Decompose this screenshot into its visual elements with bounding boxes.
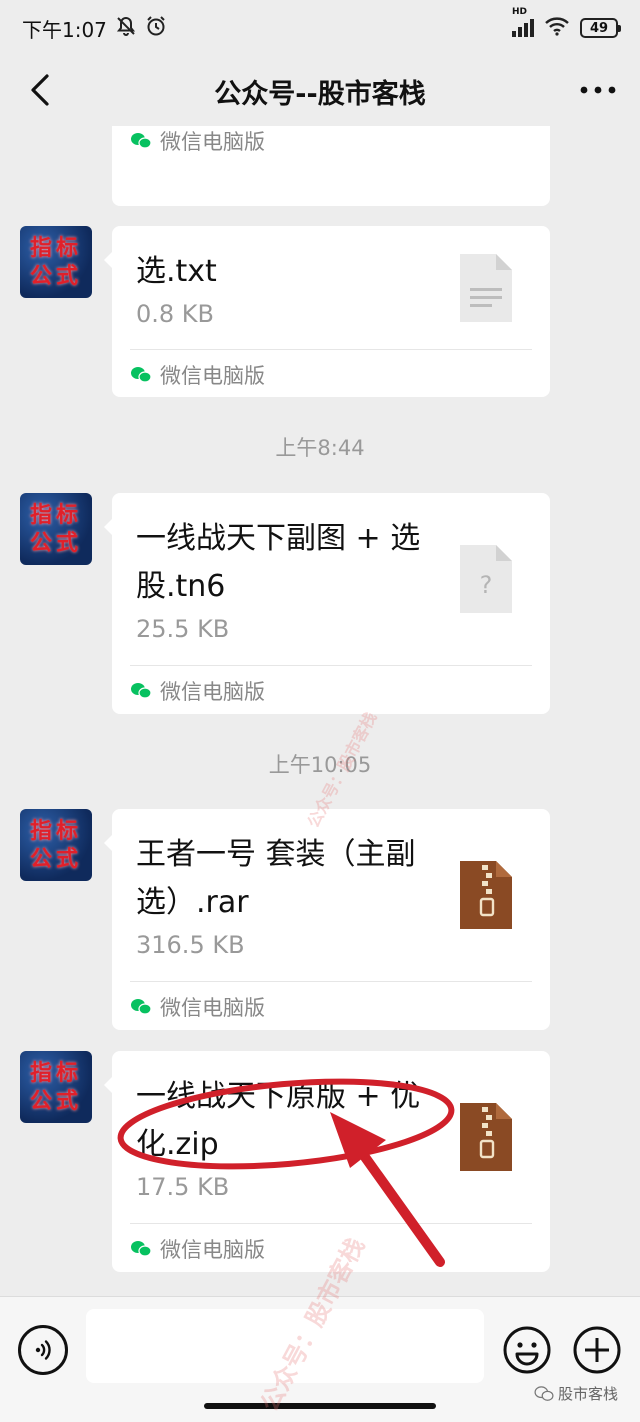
message-source: 微信电脑版 xyxy=(130,992,265,1022)
wechat-logo-icon xyxy=(131,683,152,699)
file-name: 一线战天下副图 + 选股.tn6 xyxy=(136,521,421,604)
unknown-file-icon: ? xyxy=(460,545,512,613)
avatar-text: 指标 xyxy=(29,502,82,528)
card-divider xyxy=(130,981,532,982)
message-timestamp: 上午8:44 xyxy=(275,436,365,460)
voice-wave-icon xyxy=(35,1340,51,1360)
file-name: 选.txt xyxy=(136,254,217,289)
back-button[interactable] xyxy=(20,70,60,110)
wechat-logo-icon xyxy=(131,999,152,1015)
message-source: 微信电脑版 xyxy=(130,676,265,706)
wechat-logo-icon xyxy=(131,367,152,383)
source-label: 微信电脑版 xyxy=(160,680,265,704)
sender-avatar[interactable]: 指标 公式 xyxy=(20,226,92,298)
alarm-clock-icon xyxy=(145,15,167,42)
source-label: 微信电脑版 xyxy=(160,1238,265,1262)
more-button[interactable] xyxy=(576,70,620,110)
emoji-icon[interactable] xyxy=(502,1325,552,1375)
file-size: 17.5 KB xyxy=(136,1173,230,1201)
wechat-logo-icon xyxy=(534,1385,554,1401)
sender-avatar[interactable]: 指标 公式 xyxy=(20,1051,92,1123)
home-indicator xyxy=(204,1403,436,1409)
source-label: 微信电脑版 xyxy=(160,996,265,1020)
chat-title: 公众号--股市客栈 xyxy=(214,78,426,110)
battery-indicator: 49 xyxy=(580,18,621,38)
message-source: 微信电脑版 xyxy=(130,1234,265,1264)
file-message-card[interactable]: 选.txt 0.8 KB 微信电脑版 xyxy=(104,226,550,397)
archive-file-icon xyxy=(460,861,512,929)
file-message-card[interactable]: 微信电脑版 xyxy=(112,126,550,206)
watermark-label: 股市客栈 xyxy=(557,1385,618,1403)
wechat-logo-icon xyxy=(131,1241,152,1257)
message-list[interactable]: 微信电脑版 指标 公式 选.txt 0.8 KB 微信电脑版 上午8:44 指标… xyxy=(0,126,640,1296)
watermark-badge: 股市客栈 xyxy=(534,1383,618,1404)
mute-bell-icon xyxy=(115,15,137,42)
avatar-text: 公式 xyxy=(29,846,82,872)
status-time: 下午1:07 xyxy=(22,17,107,42)
avatar-text: 指标 xyxy=(29,1060,82,1086)
avatar-text: 公式 xyxy=(29,530,82,556)
message-input[interactable] xyxy=(86,1309,484,1383)
file-message-card[interactable]: 王者一号 套装（主副选）.rar 316.5 KB 微信电脑版 xyxy=(104,809,550,1030)
source-label: 微信电脑版 xyxy=(160,364,265,388)
status-bar: 下午1:07 HD 49 xyxy=(0,0,640,56)
file-size: 0.8 KB xyxy=(136,300,214,328)
chat-input-bar: 股市客栈 xyxy=(0,1296,640,1422)
archive-file-icon xyxy=(460,1103,512,1171)
message-source: 微信电脑版 xyxy=(130,360,265,390)
file-message-card[interactable]: 一线战天下副图 + 选股.tn6 25.5 KB ? 微信电脑版 xyxy=(104,493,550,714)
network-type-label: HD xyxy=(512,7,528,17)
chevron-left-icon xyxy=(31,74,49,106)
card-divider xyxy=(130,665,532,666)
sender-avatar[interactable]: 指标 公式 xyxy=(20,809,92,881)
file-name: 王者一号 套装（主副选）.rar xyxy=(136,837,416,920)
voice-input-button[interactable] xyxy=(18,1325,68,1375)
svg-text:?: ? xyxy=(480,571,493,599)
card-divider xyxy=(130,1223,532,1224)
sender-avatar[interactable]: 指标 公式 xyxy=(20,493,92,565)
avatar-text: 指标 xyxy=(29,235,82,261)
chat-header: 公众号--股市客栈 xyxy=(0,56,640,126)
file-message-card[interactable]: 一线战天下原版 + 优化.zip 17.5 KB 微信电脑版 xyxy=(104,1051,550,1272)
avatar-text: 公式 xyxy=(29,1088,82,1114)
card-divider xyxy=(130,349,532,350)
wechat-logo-icon xyxy=(131,133,152,149)
avatar-text: 指标 xyxy=(29,818,82,844)
cellular-signal-icon: HD xyxy=(512,7,534,37)
file-name: 一线战天下原版 + 优化.zip xyxy=(136,1079,421,1162)
source-label: 微信电脑版 xyxy=(160,130,265,154)
wifi-icon xyxy=(544,16,570,41)
more-dots-icon xyxy=(580,86,616,94)
file-size: 316.5 KB xyxy=(136,931,245,959)
plus-circle-icon[interactable] xyxy=(572,1325,622,1375)
message-timestamp: 上午10:05 xyxy=(268,753,372,777)
avatar-text: 公式 xyxy=(29,263,82,289)
message-source: 微信电脑版 xyxy=(130,126,265,156)
file-size: 25.5 KB xyxy=(136,615,230,643)
text-document-icon xyxy=(460,254,512,322)
